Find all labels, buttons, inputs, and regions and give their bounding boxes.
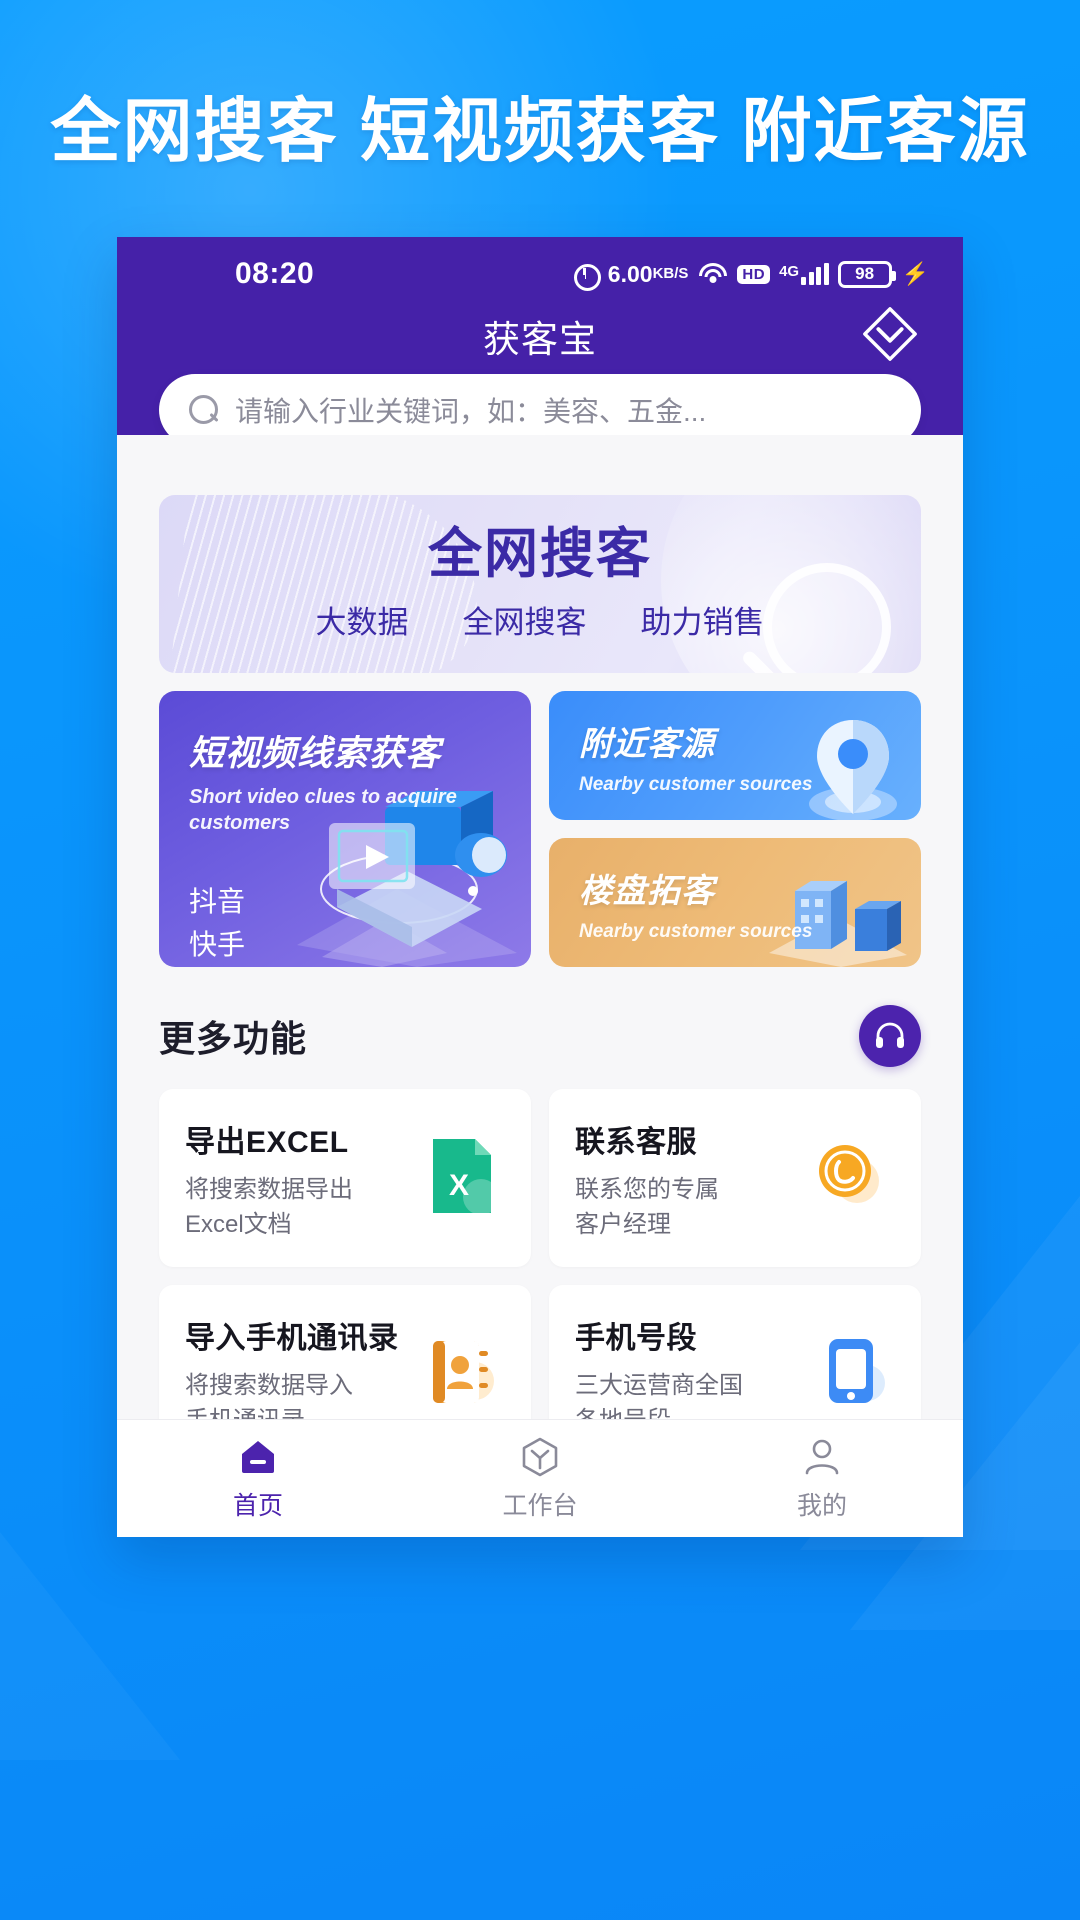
platform-tag-1: 快手 <box>189 929 246 961</box>
feature-title-cn: 楼盘拓客 <box>579 872 715 909</box>
network-speed-indicator: 6.00 KB/S <box>607 260 689 287</box>
feature-title-en: Nearby customer sources <box>579 774 813 795</box>
nav-item-workbench[interactable]: 工作台 <box>399 1435 681 1522</box>
banner-sub-2: 助力销售 <box>640 604 765 640</box>
feature-title-cn: 短视频线索获客 <box>189 734 442 773</box>
nav-label: 首页 <box>232 1492 283 1520</box>
network-type-label: 4G <box>779 263 800 280</box>
bottom-navigation: 首页 工作台 我的 <box>117 1419 963 1537</box>
feature-card-nearby[interactable]: 附近客源 Nearby customer sources <box>549 691 921 820</box>
nav-item-profile[interactable]: 我的 <box>681 1435 963 1522</box>
search-placeholder: 请输入行业关键词，如：美容、五金... <box>235 396 707 427</box>
poster-headline: 全网搜客 短视频获客 附近客源 <box>50 92 1030 170</box>
feature-cards-right-column: 附近客源 Nearby customer sources 楼盘拓客 Nearby… <box>549 691 921 967</box>
main-banner-quanwangsouke[interactable]: 全网搜客 大数据 全网搜客 助力销售 <box>159 495 921 673</box>
headset-icon[interactable] <box>859 1005 921 1067</box>
function-desc: 将搜索数据导出 Excel文档 <box>185 1176 353 1238</box>
nav-label: 工作台 <box>502 1492 578 1520</box>
app-body: 全网搜客 大数据 全网搜客 助力销售 短视频线索获客 Short video c… <box>117 435 963 1537</box>
app-header: 08:20 6.00 KB/S HD 4G 98 ⚡ 获客宝 请输入行业关键词，… <box>117 237 963 446</box>
signal-bars-icon: 4G <box>779 263 829 285</box>
function-title: 联系客服 <box>575 1126 697 1159</box>
feature-platform-tags: 抖音 快手 <box>189 880 531 967</box>
function-card-export-excel[interactable]: 导出EXCEL 将搜索数据导出 Excel文档 X <box>159 1089 531 1267</box>
feature-card-property[interactable]: 楼盘拓客 Nearby customer sources <box>549 838 921 967</box>
excel-file-icon: X <box>419 1133 505 1219</box>
platform-tag-0: 抖音 <box>189 886 246 917</box>
feature-title-cn: 附近客源 <box>579 725 715 762</box>
banner-title: 全网搜客 <box>428 523 652 584</box>
user-profile-icon <box>800 1435 844 1479</box>
status-bar: 08:20 6.00 KB/S HD 4G 98 ⚡ <box>117 237 963 297</box>
banner-line-texture <box>167 495 491 673</box>
lightning-bolt-icon: ⚡ <box>901 261 929 286</box>
status-time: 08:20 <box>235 257 315 290</box>
app-title: 获客宝 <box>483 319 597 360</box>
home-icon <box>236 1435 280 1479</box>
function-title: 导出EXCEL <box>185 1126 349 1159</box>
mobile-phone-icon <box>809 1329 895 1415</box>
search-icon <box>189 395 219 425</box>
banner-sub-0: 大数据 <box>315 604 409 640</box>
wifi-icon <box>697 262 728 286</box>
feature-card-short-video[interactable]: 短视频线索获客 Short video clues to acquire cus… <box>159 691 531 967</box>
customer-service-icon <box>809 1133 895 1219</box>
network-speed-value: 6.00 <box>607 260 653 287</box>
function-title: 手机号段 <box>575 1322 697 1355</box>
feature-cards-grid: 短视频线索获客 Short video clues to acquire cus… <box>159 691 921 967</box>
diamond-chevron-icon[interactable] <box>859 303 921 365</box>
hd-badge: HD <box>737 264 771 284</box>
network-speed-unit: KB/S <box>652 265 689 282</box>
svg-text:X: X <box>449 1169 469 1202</box>
feature-title-en: Nearby customer sources <box>579 921 813 942</box>
status-icons: 6.00 KB/S HD 4G 98 ⚡ <box>572 260 929 291</box>
function-desc: 联系您的专属 客户经理 <box>575 1176 719 1238</box>
nav-item-home[interactable]: 首页 <box>117 1435 399 1522</box>
workbench-icon <box>518 1435 562 1479</box>
phone-mockup: 08:20 6.00 KB/S HD 4G 98 ⚡ 获客宝 请输入行业关键词，… <box>117 237 963 1537</box>
alarm-clock-icon <box>572 261 601 291</box>
battery-indicator: 98 <box>837 260 896 288</box>
nav-label: 我的 <box>796 1492 847 1520</box>
contacts-book-icon <box>419 1329 505 1415</box>
function-title: 导入手机通讯录 <box>185 1322 399 1355</box>
banner-sub-1: 全网搜客 <box>462 604 587 640</box>
more-functions-header: 更多功能 <box>159 1005 921 1067</box>
more-functions-title: 更多功能 <box>159 1018 308 1059</box>
feature-title-en: Short video clues to acquire customers <box>189 786 457 834</box>
banner-subtitles: 大数据 全网搜客 助力销售 <box>316 597 765 642</box>
function-card-contact-support[interactable]: 联系客服 联系您的专属 客户经理 <box>549 1089 921 1267</box>
